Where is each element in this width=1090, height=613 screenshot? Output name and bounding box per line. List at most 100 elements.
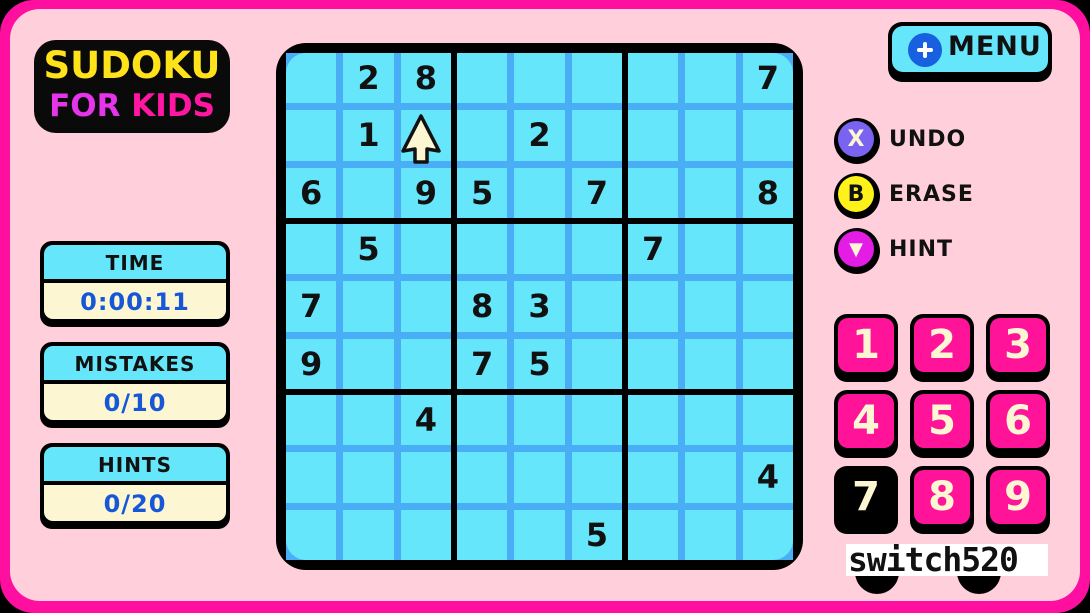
board-cell[interactable]: 7 — [457, 338, 508, 389]
board-cell[interactable] — [400, 452, 451, 503]
board-cell[interactable]: 7 — [571, 167, 622, 218]
number-key-7[interactable]: 7 — [834, 466, 898, 534]
board-cell[interactable] — [514, 224, 565, 275]
board-cell[interactable] — [628, 53, 679, 104]
board-cell[interactable] — [571, 338, 622, 389]
board-cell[interactable] — [286, 224, 337, 275]
board-cell[interactable]: 7 — [286, 281, 337, 332]
board-cell[interactable]: 7 — [742, 53, 793, 104]
number-key-5[interactable]: 5 — [910, 390, 974, 458]
board-cell[interactable]: 7 — [628, 224, 679, 275]
board-cell[interactable]: 8 — [742, 167, 793, 218]
board-cell[interactable]: 9 — [286, 338, 337, 389]
board-cell[interactable] — [571, 395, 622, 446]
board-cell[interactable] — [400, 224, 451, 275]
board-cell[interactable]: 4 — [400, 395, 451, 446]
board-cell[interactable] — [286, 110, 337, 161]
board-cell[interactable] — [685, 452, 736, 503]
board-cell[interactable]: 4 — [742, 452, 793, 503]
board-cell[interactable] — [286, 53, 337, 104]
number-key-6[interactable]: 6 — [986, 390, 1050, 458]
hint-button[interactable]: ▼ HINT — [834, 228, 1014, 276]
board-cell[interactable] — [343, 281, 394, 332]
board-cell[interactable]: 6 — [286, 167, 337, 218]
number-key-label: 2 — [914, 318, 970, 372]
board-cell[interactable] — [343, 395, 394, 446]
board-cell[interactable] — [457, 452, 508, 503]
board-cell[interactable] — [628, 338, 679, 389]
board-cell[interactable] — [571, 452, 622, 503]
board-cell[interactable] — [685, 509, 736, 560]
board-cell[interactable] — [400, 338, 451, 389]
board-cell[interactable]: 2 — [514, 110, 565, 161]
board-cell[interactable] — [571, 110, 622, 161]
board-cell[interactable]: 8 — [457, 281, 508, 332]
time-panel: TIME 0:00:11 — [40, 241, 230, 327]
board-cell[interactable] — [457, 224, 508, 275]
board-cell[interactable] — [286, 395, 337, 446]
board-cell[interactable]: 8 — [400, 53, 451, 104]
board-cell[interactable] — [286, 509, 337, 560]
board-cell[interactable] — [742, 110, 793, 161]
board-cell[interactable]: 1 — [343, 110, 394, 161]
erase-button[interactable]: B ERASE — [834, 173, 1014, 221]
board-cell[interactable] — [628, 395, 679, 446]
board-cell[interactable] — [685, 110, 736, 161]
board-cell[interactable] — [571, 281, 622, 332]
board-cell[interactable] — [685, 224, 736, 275]
number-key-9[interactable]: 9 — [986, 466, 1050, 534]
logo-title: SUDOKU — [43, 44, 221, 87]
board-cell[interactable] — [286, 452, 337, 503]
board-cell[interactable] — [457, 110, 508, 161]
board-cell[interactable] — [457, 53, 508, 104]
board-cell[interactable] — [457, 509, 508, 560]
board-cell[interactable]: 5 — [571, 509, 622, 560]
board-cell[interactable] — [343, 167, 394, 218]
board-cell[interactable] — [742, 281, 793, 332]
board-cell[interactable] — [685, 53, 736, 104]
number-key-label: 6 — [990, 394, 1046, 448]
board-cell[interactable] — [685, 338, 736, 389]
hints-panel: HINTS 0/20 — [40, 443, 230, 529]
board-cell[interactable] — [343, 509, 394, 560]
board-cell[interactable] — [685, 395, 736, 446]
menu-button[interactable]: MENU — [888, 22, 1052, 82]
board-cell[interactable] — [742, 338, 793, 389]
board-cell[interactable] — [514, 509, 565, 560]
board-cell[interactable]: 3 — [514, 281, 565, 332]
board-cell[interactable] — [514, 53, 565, 104]
board-cell[interactable] — [514, 452, 565, 503]
number-key-8[interactable]: 8 — [910, 466, 974, 534]
board-cell[interactable] — [742, 224, 793, 275]
number-key-3[interactable]: 3 — [986, 314, 1050, 382]
board-cell[interactable] — [514, 167, 565, 218]
board-cell[interactable] — [457, 395, 508, 446]
board-cell[interactable] — [742, 395, 793, 446]
undo-button[interactable]: X UNDO — [834, 118, 1014, 166]
board-cell[interactable] — [742, 509, 793, 560]
number-key-4[interactable]: 4 — [834, 390, 898, 458]
board-cell[interactable] — [400, 509, 451, 560]
board-cell[interactable] — [685, 281, 736, 332]
board-cell[interactable] — [628, 509, 679, 560]
board-cell[interactable] — [628, 281, 679, 332]
board-cell[interactable] — [628, 167, 679, 218]
board-cell[interactable]: 5 — [457, 167, 508, 218]
board-cell[interactable] — [514, 395, 565, 446]
board-cell[interactable] — [343, 338, 394, 389]
board-cell[interactable] — [571, 224, 622, 275]
board-cell[interactable] — [685, 167, 736, 218]
board-cell[interactable]: 5 — [343, 224, 394, 275]
number-key-1[interactable]: 1 — [834, 314, 898, 382]
board-cell[interactable]: 2 — [343, 53, 394, 104]
board-cell[interactable] — [628, 110, 679, 161]
board-cell[interactable]: 5 — [514, 338, 565, 389]
number-key-label: 3 — [990, 318, 1046, 372]
board-cell[interactable] — [628, 452, 679, 503]
board-cell[interactable] — [400, 281, 451, 332]
board-cell[interactable] — [571, 53, 622, 104]
number-key-label: 4 — [838, 394, 894, 448]
number-key-2[interactable]: 2 — [910, 314, 974, 382]
board-cell[interactable] — [343, 452, 394, 503]
board-cell[interactable]: 9 — [400, 167, 451, 218]
